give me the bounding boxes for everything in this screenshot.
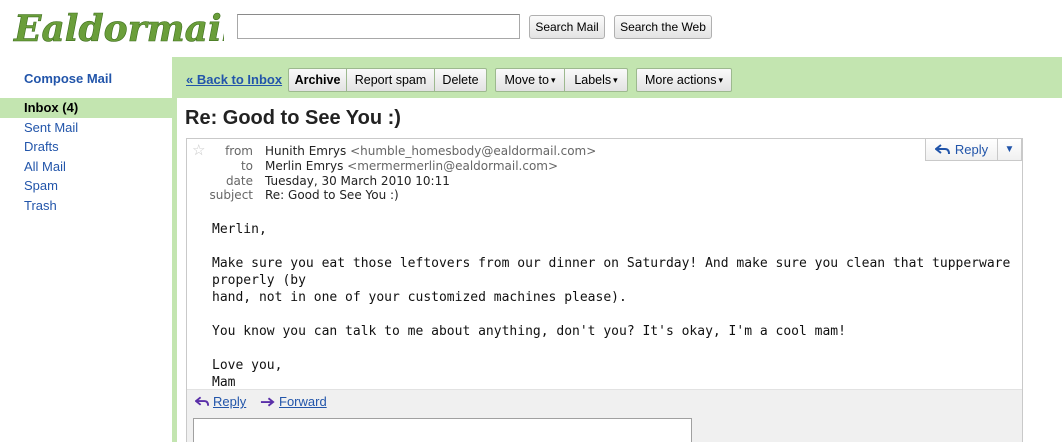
footer-reply-link[interactable]: Reply [195, 394, 246, 409]
more-actions-dropdown[interactable]: More actions ▾ [636, 68, 732, 92]
logo-text: Ealdormail [13, 8, 224, 50]
sidebar-item-all-mail[interactable]: All Mail [0, 157, 172, 177]
sidebar-item-inbox[interactable]: Inbox (4) [0, 98, 172, 118]
reply-options-dropdown[interactable]: ▼ [998, 139, 1021, 160]
search-mail-button[interactable]: Search Mail [529, 15, 605, 39]
forward-arrow-icon [260, 397, 275, 406]
quick-reply-box[interactable] [193, 418, 692, 442]
ealdormail-logo: Ealdormail [12, 6, 224, 50]
message-card: ☆ from Hunith Emrys <humble_homesbody@ea… [186, 138, 1023, 442]
delete-button[interactable]: Delete [435, 68, 487, 92]
caret-down-icon: ▾ [550, 74, 556, 85]
compose-mail-link[interactable]: Compose Mail [24, 71, 112, 86]
sidebar-item-trash[interactable]: Trash [0, 196, 172, 216]
reply-label: Reply [954, 142, 989, 157]
from-value: Hunith Emrys <humble_homesbody@ealdormai… [265, 144, 596, 158]
body-paragraph: You know you can talk to me about anythi… [212, 324, 846, 339]
message-body: Merlin, Make sure you eat those leftover… [212, 221, 1012, 408]
search-web-button[interactable]: Search the Web [614, 15, 712, 39]
more-actions-label: More actions [644, 73, 717, 87]
sidebar-item-spam[interactable]: Spam [0, 176, 172, 196]
reply-arrow-icon [934, 143, 950, 154]
search-input[interactable] [237, 14, 520, 39]
caret-down-icon: ▾ [613, 74, 618, 85]
footer-reply-label: Reply [213, 394, 247, 409]
to-name: Merlin Emrys [265, 159, 344, 173]
from-label: from [225, 144, 253, 158]
move-to-dropdown[interactable]: Move to ▾ [495, 68, 565, 92]
reply-arrow-icon [195, 396, 210, 406]
dropdown-arrow-icon: ▼ [1004, 144, 1015, 155]
subject-value: Re: Good to See You :) [265, 188, 399, 202]
move-to-label: Move to [504, 73, 549, 87]
report-spam-button[interactable]: Report spam [347, 68, 435, 92]
reply-button[interactable]: Reply [926, 139, 998, 160]
message-footer: Reply Forward [187, 389, 1022, 442]
caret-down-icon: ▾ [718, 74, 724, 85]
message-title: Re: Good to See You :) [185, 107, 401, 129]
body-paragraph: Merlin, [212, 222, 267, 237]
subject-label: subject [209, 188, 254, 202]
sidebar-item-sent-mail[interactable]: Sent Mail [0, 118, 172, 138]
archive-button[interactable]: Archive [288, 68, 347, 92]
footer-forward-link[interactable]: Forward [260, 394, 327, 409]
date-label: date [225, 174, 253, 188]
date-value: Tuesday, 30 March 2010 10:11 [265, 174, 450, 188]
back-to-inbox-link[interactable]: « Back to Inbox [186, 72, 282, 87]
to-value: Merlin Emrys <mermermerlin@ealdormail.co… [265, 159, 558, 173]
body-paragraph: Make sure you eat those leftovers from o… [212, 256, 1011, 305]
from-address: <humble_homesbody@ealdormail.com> [350, 144, 597, 158]
to-address: <mermermerlin@ealdormail.com> [347, 159, 559, 173]
logo-graphic: Ealdormail [13, 8, 224, 50]
sidebar-item-drafts[interactable]: Drafts [0, 137, 172, 157]
sidebar-nav: Inbox (4) Sent Mail Drafts All Mail Spam… [0, 98, 172, 216]
body-paragraph: Love you, Mam [212, 358, 283, 390]
from-name: Hunith Emrys [265, 144, 347, 158]
labels-dropdown[interactable]: Labels ▾ [565, 68, 628, 92]
reply-button-group: Reply ▼ [925, 139, 1022, 161]
labels-label: Labels [574, 73, 612, 87]
to-label: to [240, 159, 253, 173]
message-toolbar: « Back to Inbox Archive Report spam Dele… [177, 62, 1062, 98]
footer-forward-label: Forward [279, 394, 327, 409]
